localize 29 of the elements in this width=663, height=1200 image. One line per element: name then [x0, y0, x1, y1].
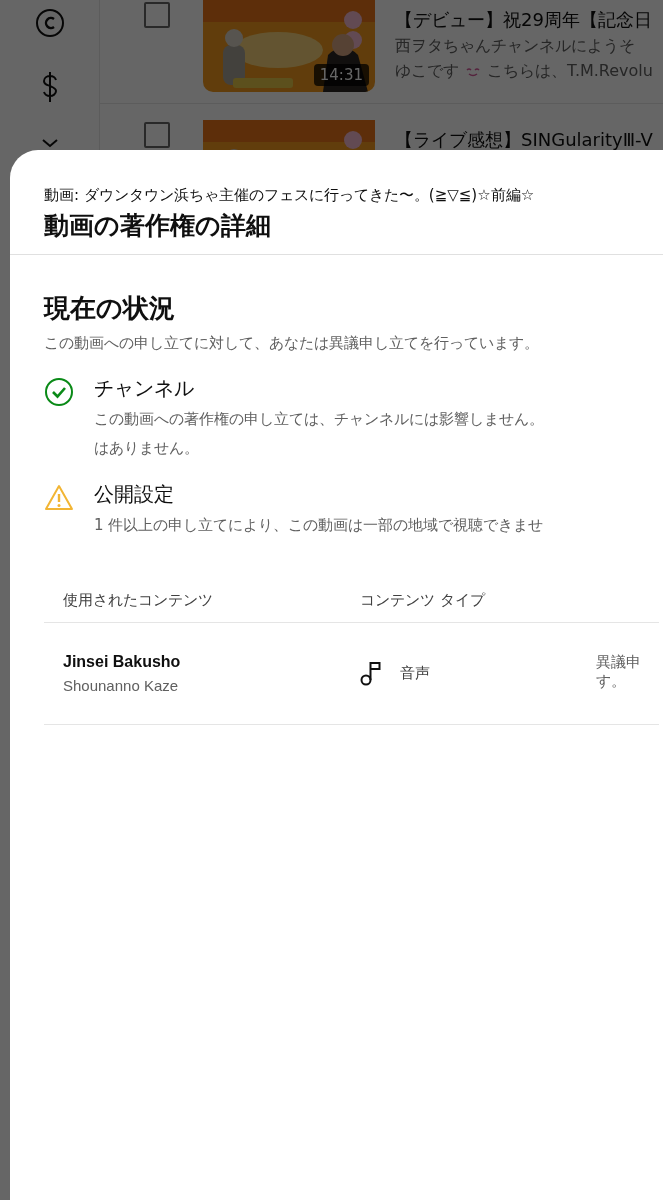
status-cell-text: す。 — [596, 671, 627, 691]
content-title: Jinsei Bakusho — [63, 652, 182, 671]
check-circle-icon — [44, 377, 74, 407]
status-title: 公開設定 — [94, 481, 175, 508]
checkbox[interactable] — [144, 2, 170, 28]
content-artist: Shounanno Kaze — [63, 676, 180, 694]
status-text: はありません。 — [94, 437, 200, 459]
dialog-title: 動画の著作権の詳細 — [44, 210, 272, 242]
content-type: 音声 — [400, 663, 430, 683]
section-heading: 現在の状況 — [44, 292, 176, 325]
status-text: この動画への著作権の申し立ては、チャンネルには影響しません。 — [94, 409, 544, 430]
copyright-icon[interactable] — [34, 8, 65, 38]
video-description: 西ヲタちゃんチャンネルにようそ — [395, 36, 635, 57]
status-cell-text: 異議申 — [596, 652, 642, 672]
video-description: こちらは、T.M.Revolu — [487, 61, 653, 82]
music-note-icon — [360, 660, 382, 686]
status-description: この動画への申し立てに対して、あなたは異議申し立てを行っています。 — [44, 334, 540, 353]
status-title: チャンネル — [94, 375, 195, 402]
status-text: 1 件以上の申し立てにより、この動画は一部の地域で視聴できませ — [94, 515, 544, 536]
column-header: コンテンツ タイプ — [359, 589, 487, 611]
video-title: 【デビュー】祝29周年【記念日 — [395, 8, 653, 32]
smile-icon — [465, 65, 481, 78]
checkbox[interactable] — [144, 122, 170, 148]
video-name: 動画: ダウンタウン浜ちゃ主催のフェスに行ってきた〜。(≧▽≦)☆前編☆ — [44, 186, 536, 205]
video-title: 【ライブ感想】SINGularityⅢ-V — [395, 128, 653, 152]
column-header: 使用されたコンテンツ — [62, 589, 214, 611]
video-description: ゆこです — [395, 61, 459, 82]
warning-icon — [44, 483, 74, 513]
duration-badge: 14:31 — [313, 64, 369, 86]
